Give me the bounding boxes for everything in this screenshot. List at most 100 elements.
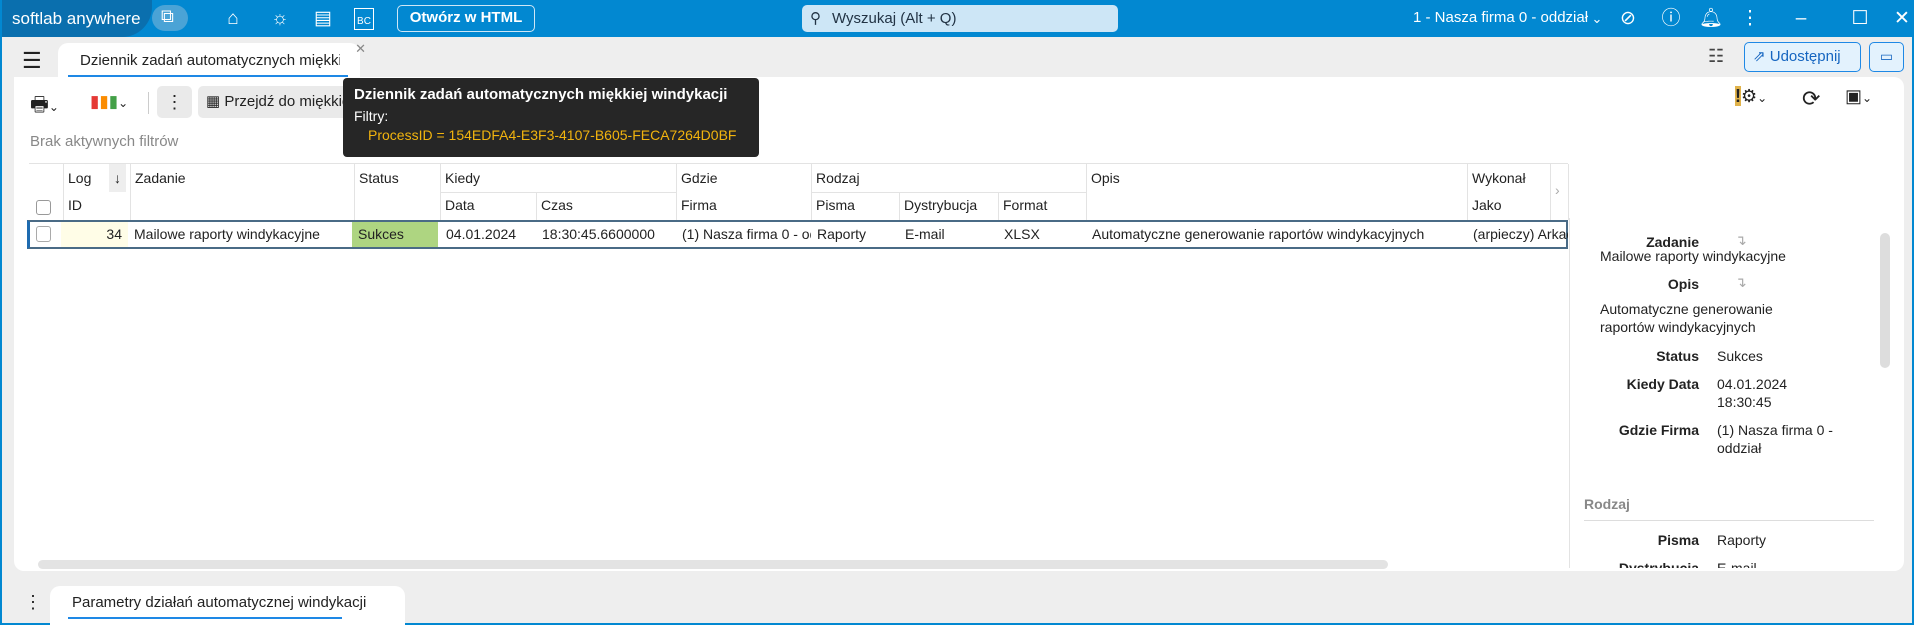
cell-pisma: Raporty [817,226,867,242]
col-format[interactable]: Format [998,191,1052,219]
help-icon[interactable]: ⓘ [1658,6,1684,32]
tab-underline [68,617,342,619]
title-bar: softlab anywhere ⧉ ⌂ ☼ ▤ BC Otwórz w HTM… [2,0,1914,37]
close-icon[interactable]: ✕ [1889,6,1914,32]
detail-label: Gdzie Firma [1618,422,1699,438]
scroll-right-icon[interactable]: › [1550,176,1565,204]
detail-label: Pisma [1657,532,1699,548]
share-label: Udostępnij [1769,48,1841,65]
open-html-button[interactable]: Otwórz w HTML [397,5,535,32]
view-settings-icon[interactable]: ▣⌄ [1845,86,1872,107]
detail-label: Opis [1667,276,1699,292]
comment-icon[interactable]: ▭ [1869,42,1904,72]
detail-value: Automatyczne generowanie [1600,301,1773,317]
cell-czas: 18:30:45.6600000 [542,226,655,242]
cell-zadanie: Mailowe raporty windykacyjne [134,226,320,242]
cell-dystrybucja: E-mail [905,226,945,242]
tab-parametry[interactable]: Parametry działań automatycznej windykac… [50,586,405,625]
col-gdzie[interactable]: Gdzie [676,164,723,192]
table-row[interactable]: 34 Mailowe raporty windykacyjne Sukces 0… [27,220,1568,249]
lightbulb-icon[interactable]: ☼ [267,6,293,32]
col-jako[interactable]: Jako [1467,191,1507,219]
settings-warning-icon[interactable]: !⚙⌄ [1735,86,1767,107]
detail-value: Sukces [1717,348,1763,364]
status-badge: Sukces [352,222,438,247]
home-icon[interactable]: ⌂ [220,6,246,32]
more-icon[interactable]: ⋮ [24,592,42,613]
detail-value: 18:30:45 [1717,394,1772,410]
grid-header: Log ↓ ID Zadanie Status Kiedy Data Czas … [29,163,1569,220]
col-czas[interactable]: Czas [536,191,578,219]
col-kiedy[interactable]: Kiedy [440,164,485,192]
mic-off-icon[interactable]: ⊘ [1615,6,1641,32]
detail-label: Dystrybucja [1618,560,1699,568]
tooltip: Dziennik zadań automatycznych miękkiej w… [343,78,759,157]
expand-icon[interactable]: ↴ [1735,232,1747,249]
search-icon: ⚲ [810,10,821,27]
cell-format: XLSX [1004,226,1040,242]
search-placeholder: Wyszukaj (Alt + Q) [832,10,957,27]
bc-icon[interactable]: BC [354,8,374,30]
col-rodzaj[interactable]: Rodzaj [811,164,865,192]
cell-data: 04.01.2024 [446,226,517,242]
col-zadanie[interactable]: Zadanie [130,164,191,192]
row-checkbox[interactable] [36,226,51,242]
search-input[interactable]: ⚲ Wyszukaj (Alt + Q) [802,5,1118,32]
chart-icon[interactable]: ▮▮▮⌄ [90,92,128,112]
tooltip-title: Dziennik zadań automatycznych miękkiej w… [354,86,728,103]
select-all-checkbox[interactable] [36,200,51,215]
detail-value: raportów windykacyjnych [1600,319,1756,335]
chevron-down-icon[interactable]: ⌄ [1584,6,1610,32]
col-dystrybucja[interactable]: Dystrybucja [899,191,982,219]
details-panel: Zadanie ↴ Mailowe raporty windykacyjne O… [1569,218,1879,568]
more-actions-button[interactable]: ⋮ [157,86,192,118]
cell-jako: (arpieczy) Arkadiusz [1473,226,1568,242]
cell-firma: (1) Nasza firma 0 - oddział [682,226,811,242]
col-firma[interactable]: Firma [676,191,722,219]
col-opis[interactable]: Opis [1086,164,1125,192]
sort-desc-icon[interactable]: ↓ [109,164,126,192]
tab-dziennik[interactable]: Dziennik zadań automatycznych miękkiej w… [58,41,366,78]
detail-value: oddział [1717,440,1762,456]
share-icon: ⇗ [1753,48,1766,65]
detail-value: 04.01.2024 [1717,376,1788,392]
section-rodzaj: Rodzaj [1584,496,1630,512]
maximize-icon[interactable]: ☐ [1847,6,1873,32]
detail-value: E-mail [1717,560,1757,568]
details-scrollbar[interactable] [1880,233,1890,368]
col-id[interactable]: ID [63,191,87,219]
minimize-icon[interactable]: – [1788,6,1814,32]
cell-id: 34 [61,222,128,247]
apps-icon[interactable]: ⧉ [152,5,188,31]
cell-opis: Automatyczne generowanie raportów windyk… [1092,226,1425,242]
col-log[interactable]: Log [63,164,96,192]
list-icon[interactable]: ☷ [1708,46,1724,67]
col-status[interactable]: Status [354,164,404,192]
tooltip-filter: ProcessID = 154EDFA4-E3F3-4107-B605-FECA… [368,127,737,143]
print-icon[interactable]: 🖶︎⌄ [30,90,59,124]
tab-label: Parametry działań automatycznej windykac… [72,594,367,611]
col-pisma[interactable]: Pisma [811,191,860,219]
tab-label: Dziennik zadań automatycznych miękkiej w… [80,52,340,69]
divider [148,92,149,114]
hamburger-menu-icon[interactable]: ☰ [22,48,42,74]
col-wykonal[interactable]: Wykonał [1467,164,1531,192]
expand-icon[interactable]: ↴ [1735,274,1747,291]
detail-value: Mailowe raporty windykacyjne [1600,248,1786,264]
company-selector[interactable]: 1 - Nasza firma 0 - oddział [1413,9,1588,26]
tooltip-filters-label: Filtry: [354,108,389,124]
bell-icon[interactable]: 🔔︎ [1698,6,1724,32]
close-tab-icon[interactable]: ✕ [355,41,366,57]
table-icon: ▦ [206,93,221,110]
horizontal-scrollbar[interactable] [38,560,1388,569]
detail-label: Kiedy Data [1626,376,1699,392]
share-button[interactable]: ⇗ Udostępnij [1744,42,1861,72]
detail-value: Raporty [1717,532,1767,548]
detail-label: Status [1656,348,1699,364]
detail-value: (1) Nasza firma 0 - [1717,422,1833,438]
refresh-icon[interactable]: ⟳ [1802,86,1820,112]
active-filters: Brak aktywnych filtrów [30,133,179,150]
news-icon[interactable]: ▤ [310,6,336,32]
col-data[interactable]: Data [440,191,480,219]
more-icon[interactable]: ⋮ [1737,6,1763,32]
